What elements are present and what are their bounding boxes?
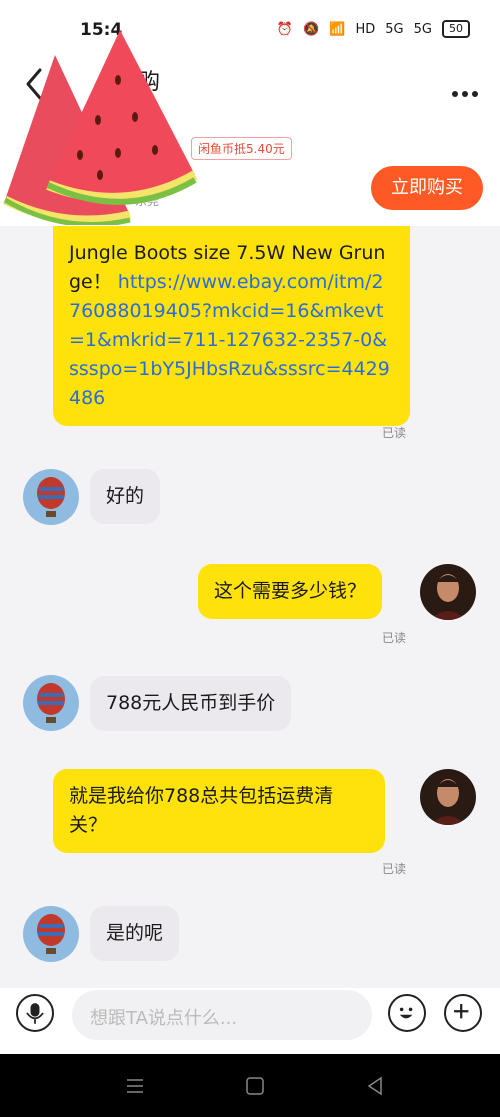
emoji-icon[interactable]: [388, 994, 426, 1032]
plus-icon[interactable]: [444, 994, 482, 1032]
read-receipt: 已读: [382, 426, 407, 440]
alarm-icon: ⏰: [276, 21, 294, 37]
wifi-icon: 📶: [329, 21, 346, 37]
avatar-balloon[interactable]: [23, 906, 79, 962]
system-nav-bar: [0, 1054, 500, 1117]
hd-icon: HD: [355, 21, 376, 37]
message-bubble-sent: Jungle Boots size 7.5W New Grunge！ https…: [53, 226, 410, 426]
avatar-balloon[interactable]: [23, 675, 79, 731]
ebay-link[interactable]: https://www.ebay.com/itm/276088019405?mk…: [69, 271, 390, 409]
message-bubble-sent: 这个需要多少钱？: [198, 564, 383, 619]
avatar-balloon[interactable]: [23, 469, 79, 525]
more-icon[interactable]: [448, 82, 478, 101]
avatar-self[interactable]: [420, 564, 476, 620]
microphone-icon[interactable]: [16, 994, 54, 1032]
watermelon-sticker-icon: [2, 30, 198, 225]
signal-5g-icon-2: 5G: [413, 21, 432, 37]
read-receipt: 已读: [382, 862, 407, 876]
message-bubble-received: 788元人民币到手价: [90, 676, 292, 731]
read-receipt: 已读: [382, 631, 407, 645]
message-bubble-received: 好的: [90, 469, 161, 524]
status-icons: ⏰ 🔕 📶 HD 5G 5G 50: [277, 20, 470, 38]
home-nav-icon[interactable]: [243, 1074, 267, 1098]
avatar-self[interactable]: [420, 769, 476, 825]
mute-icon: 🔕: [303, 21, 320, 37]
signal-5g-icon: 5G: [385, 21, 404, 37]
back-nav-icon[interactable]: [363, 1074, 387, 1098]
buy-now-button[interactable]: 立即购买: [371, 166, 483, 210]
battery-icon: 50: [442, 20, 470, 38]
message-bubble-received: 是的呢: [90, 906, 180, 961]
message-bubble-sent: 就是我给你788总共包括运费清关？: [53, 769, 385, 853]
message-input[interactable]: 想跟TA说点什么...: [72, 990, 372, 1040]
menu-nav-icon[interactable]: [123, 1074, 147, 1098]
coin-discount-badge: 闲鱼币抵5.40元: [191, 137, 292, 160]
